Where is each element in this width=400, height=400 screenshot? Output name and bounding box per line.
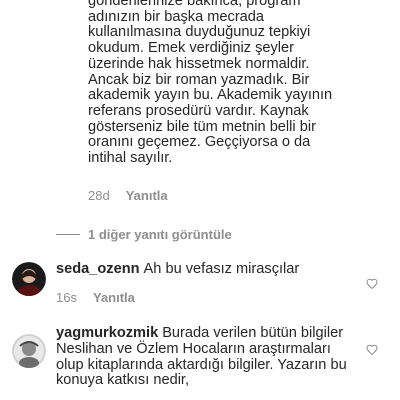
comment-reply-button[interactable]: Yanıtla <box>93 290 135 305</box>
heart-icon[interactable] <box>366 278 378 290</box>
reply-button[interactable]: Yanıtla <box>126 188 168 203</box>
replies-divider-line <box>56 234 80 235</box>
comment-meta: 16s Yanıtla <box>56 290 135 305</box>
comment-timestamp: 16s <box>56 290 77 305</box>
comment-username[interactable]: seda_ozenn <box>56 261 140 277</box>
avatar-image <box>12 262 46 296</box>
view-more-replies-button[interactable]: 1 diğer yanıtı görüntüle <box>56 227 232 242</box>
reply-text: gönderilerinize bakınca, program adınızı… <box>88 0 333 167</box>
avatar-image <box>12 334 46 368</box>
reply-meta: 28d Yanıtla <box>88 188 168 203</box>
comment-text: yagmurkozmik Burada verilen bütün bilgile… <box>56 325 354 389</box>
comment-username[interactable]: yagmurkozmik <box>56 325 158 341</box>
reply-timestamp: 28d <box>88 188 110 203</box>
view-more-replies-label: 1 diğer yanıtı görüntüle <box>88 227 232 242</box>
comment-body: Ah bu vefasız mirasçılar <box>143 261 300 277</box>
heart-icon[interactable] <box>366 344 378 356</box>
avatar[interactable] <box>12 334 46 368</box>
avatar[interactable] <box>12 262 46 296</box>
comment-text: seda_ozenn Ah bu vefasız mirasçılar <box>56 261 346 278</box>
